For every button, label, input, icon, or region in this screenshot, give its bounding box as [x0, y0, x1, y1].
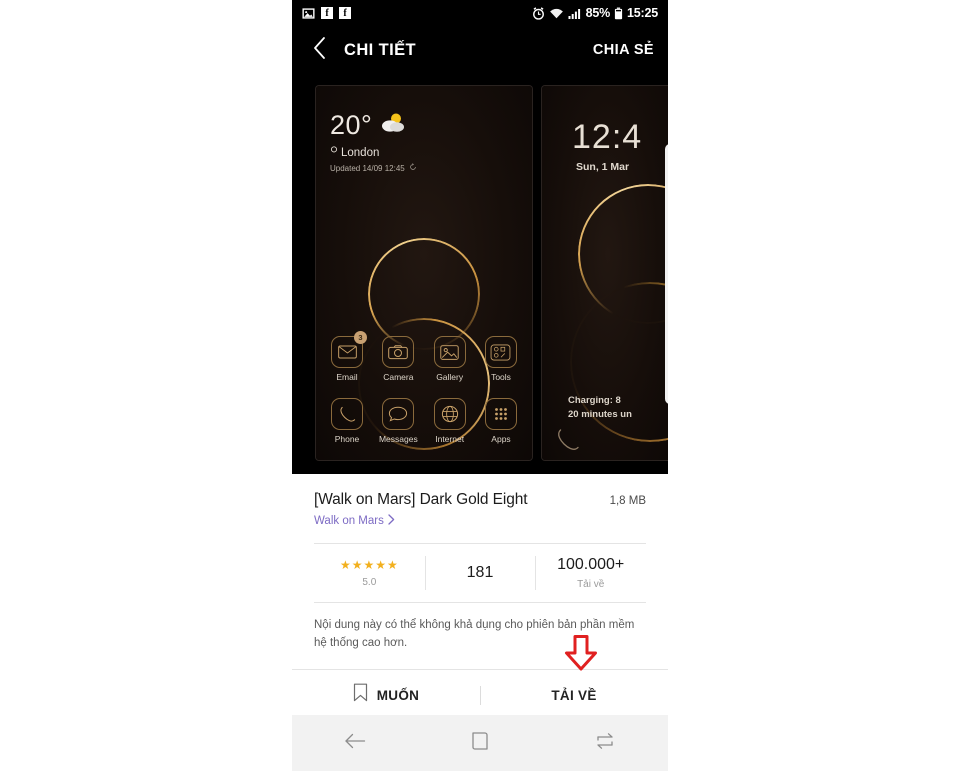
chevron-left-icon	[312, 36, 327, 65]
preview-card-home[interactable]: 20° London Updated 14/09 12:45 3 Email C…	[316, 86, 532, 460]
status-bar-notifications: f f	[302, 7, 351, 20]
app-title-row: [Walk on Mars] Dark Gold Eight 1,8 MB	[314, 474, 646, 509]
home-app-label: Tools	[491, 372, 511, 382]
home-app-gallery[interactable]: Gallery	[427, 336, 473, 382]
internet-globe-icon	[433, 398, 466, 430]
chevron-right-icon	[388, 514, 395, 528]
screenshot-root: f f 85% 15:25 CHI TIẾT CHIA SẺ 20° Londo…	[0, 0, 960, 771]
weather-widget: 20° London Updated 14/09 12:45	[330, 112, 417, 173]
apps-grid-icon	[484, 398, 517, 430]
developer-name: Walk on Mars	[314, 515, 384, 527]
tools-folder-icon	[484, 336, 517, 368]
stat-rating[interactable]: ★★★★★ 5.0	[314, 544, 425, 602]
preview-card-lockscreen[interactable]: 12:4 Sun, 1 Mar Charging: 8 20 minutes u…	[542, 86, 668, 460]
nav-home-button[interactable]	[417, 715, 542, 771]
facebook-icon: f	[321, 7, 333, 19]
want-button[interactable]: MUỐN	[292, 670, 480, 721]
star-rating-icon: ★★★★★	[339, 557, 399, 572]
home-app-label: Email	[336, 372, 358, 382]
phone-screen: f f 85% 15:25 CHI TIẾT CHIA SẺ 20° Londo…	[292, 0, 668, 771]
home-app-email[interactable]: 3 Email	[324, 331, 370, 382]
camera-icon	[382, 336, 415, 368]
download-count-label: Tải về	[577, 578, 605, 590]
home-app-label: Internet	[435, 434, 465, 444]
share-button[interactable]: CHIA SẺ	[593, 42, 654, 58]
alarm-icon	[532, 6, 545, 20]
app-stats: ★★★★★ 5.0 181 100.000+ Tải về	[314, 544, 646, 602]
home-app-row-1: 3 Email Camera Gallery Tools	[324, 331, 524, 382]
home-app-messages[interactable]: Messages	[375, 398, 421, 444]
home-app-phone[interactable]: Phone	[324, 398, 370, 444]
preview-carousel-track[interactable]: 20° London Updated 14/09 12:45 3 Email C…	[292, 86, 668, 460]
home-app-label: Gallery	[436, 372, 464, 382]
weather-updated-label: Updated 14/09 12:45	[330, 163, 405, 173]
status-bar-system: 85% 15:25	[532, 5, 658, 20]
phone-icon	[556, 428, 582, 454]
lockscreen-charging-line1: Charging: 8	[568, 394, 621, 406]
lockscreen-time: 12:4	[572, 118, 643, 156]
home-app-apps[interactable]: Apps	[478, 398, 524, 444]
stat-downloads: 100.000+ Tải về	[535, 544, 646, 602]
gallery-icon	[433, 336, 466, 368]
android-nav-bar	[292, 715, 668, 771]
nav-recents-button[interactable]	[543, 715, 668, 771]
review-count: 181	[466, 564, 494, 581]
nav-back-icon	[344, 732, 366, 755]
partly-cloudy-icon	[378, 112, 408, 139]
rating-value: 5.0	[362, 576, 377, 588]
weather-temperature: 20°	[330, 110, 373, 140]
app-size: 1,8 MB	[609, 495, 646, 507]
weather-updated-row: Updated 14/09 12:45	[330, 163, 417, 173]
lockscreen-charging-line2: 20 minutes un	[568, 408, 632, 420]
clock-label: 15:25	[627, 5, 658, 20]
battery-icon	[614, 7, 623, 20]
home-app-internet[interactable]: Internet	[427, 398, 473, 444]
facebook-icon: f	[339, 7, 351, 19]
carousel-scroll-indicator[interactable]	[665, 144, 668, 404]
bottom-action-bar: MUỐN TẢI VỀ	[292, 634, 668, 721]
download-count: 100.000+	[557, 555, 625, 573]
compatibility-notice: Nội dung này có thể không khả dụng cho p…	[314, 619, 635, 649]
image-icon	[302, 7, 315, 20]
home-app-label: Phone	[334, 434, 360, 444]
home-app-row-2: Phone Messages Internet Apps	[324, 398, 524, 444]
home-app-grid: 3 Email Camera Gallery Tools Phone Messa…	[316, 331, 532, 444]
developer-link[interactable]: Walk on Mars	[314, 514, 395, 528]
app-bar: CHI TIẾT CHIA SẺ	[292, 26, 668, 74]
app-title: [Walk on Mars] Dark Gold Eight	[314, 491, 528, 508]
bookmark-icon	[353, 683, 368, 707]
page-title: CHI TIẾT	[344, 40, 416, 59]
messages-icon	[382, 398, 415, 430]
home-app-label: Camera	[383, 372, 414, 382]
location-pin-icon	[330, 146, 338, 159]
weather-city-row: London	[330, 146, 417, 159]
preview-carousel[interactable]: 20° London Updated 14/09 12:45 3 Email C…	[292, 74, 668, 474]
wifi-icon	[549, 7, 564, 20]
download-button-label: TẢI VỀ	[551, 687, 597, 703]
refresh-icon	[409, 163, 417, 173]
nav-back-button[interactable]	[292, 715, 417, 771]
download-button[interactable]: TẢI VỀ	[480, 670, 668, 721]
email-badge: 3	[354, 331, 367, 344]
battery-percent-label: 85%	[585, 5, 611, 20]
home-app-label: Messages	[378, 434, 418, 444]
home-app-tools[interactable]: Tools	[478, 336, 524, 382]
status-bar: f f 85% 15:25	[292, 0, 668, 26]
phone-icon	[331, 398, 363, 430]
lockscreen-charging: Charging: 8 20 minutes un	[568, 394, 632, 423]
nav-recents-icon	[595, 732, 615, 755]
back-button[interactable]	[306, 36, 332, 65]
want-button-label: MUỐN	[376, 687, 420, 703]
stat-reviews[interactable]: 181	[424, 544, 536, 602]
home-app-label: Apps	[491, 434, 511, 444]
app-details: [Walk on Mars] Dark Gold Eight 1,8 MB Wa…	[292, 474, 668, 669]
nav-home-icon	[471, 731, 489, 755]
lockscreen-date: Sun, 1 Mar	[576, 161, 630, 173]
weather-city-label: London	[341, 146, 380, 159]
home-app-camera[interactable]: Camera	[375, 336, 421, 382]
signal-bars-icon	[568, 7, 582, 20]
